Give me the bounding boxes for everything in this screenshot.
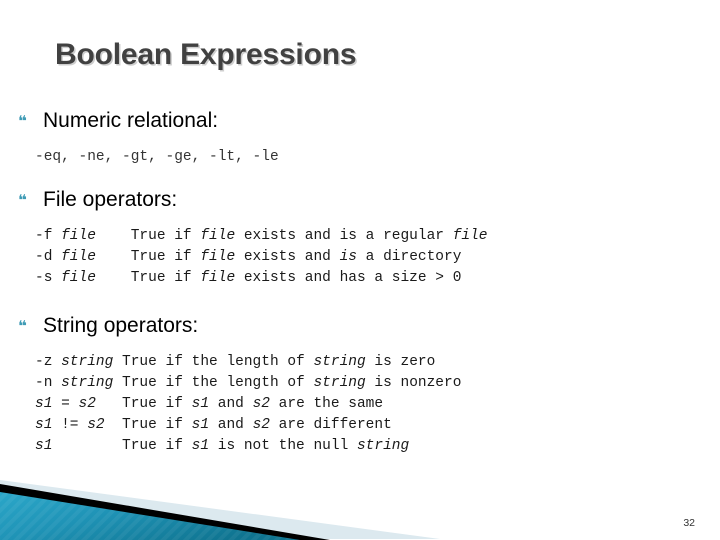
code-line: -s file True if file exists and has a si… (35, 270, 462, 286)
code-line: s1 != s2 True if s1 and s2 are different (35, 417, 392, 433)
bullet-row: ❝ File operators: (18, 187, 720, 213)
section-numeric-relational: ❝ Numeric relational: -eq, -ne, -gt, -ge… (0, 108, 720, 168)
code-line: -z string True if the length of string i… (35, 354, 436, 370)
double-quote-bullet-icon: ❝ (18, 317, 27, 335)
double-quote-bullet-icon: ❝ (18, 191, 27, 209)
section-string-operators: ❝ String operators: -z string True if th… (0, 313, 720, 457)
teal-band-texture (0, 492, 300, 540)
code-line: s1 = s2 True if s1 and s2 are the same (35, 396, 384, 412)
double-quote-bullet-icon: ❝ (18, 112, 27, 130)
bullet-row: ❝ Numeric relational: (18, 108, 720, 134)
black-band (0, 484, 330, 540)
pale-band (0, 480, 500, 539)
code-line: -n string True if the length of string i… (35, 375, 462, 391)
code-line: -f file True if file exists and is a reg… (35, 228, 488, 244)
code-line: -eq, -ne, -gt, -ge, -lt, -le (35, 149, 279, 165)
slide-body: ❝ Numeric relational: -eq, -ne, -gt, -ge… (0, 108, 720, 457)
code-line: -d file True if file exists and is a dir… (35, 249, 462, 265)
code-lines-string: -z string True if the length of string i… (35, 352, 720, 457)
code-lines-file: -f file True if file exists and is a reg… (35, 226, 720, 289)
bullet-row: ❝ String operators: (18, 313, 720, 339)
section-file-operators: ❝ File operators: -f file True if file e… (0, 187, 720, 289)
teal-band (0, 492, 300, 540)
section-heading: Numeric relational: (43, 109, 219, 132)
code-line: s1 True if s1 is not the null string (35, 438, 410, 454)
page-number: 32 (683, 517, 695, 529)
section-heading: String operators: (43, 314, 199, 337)
page-title: Boolean Expressions (55, 38, 357, 71)
section-heading: File operators: (43, 188, 178, 211)
